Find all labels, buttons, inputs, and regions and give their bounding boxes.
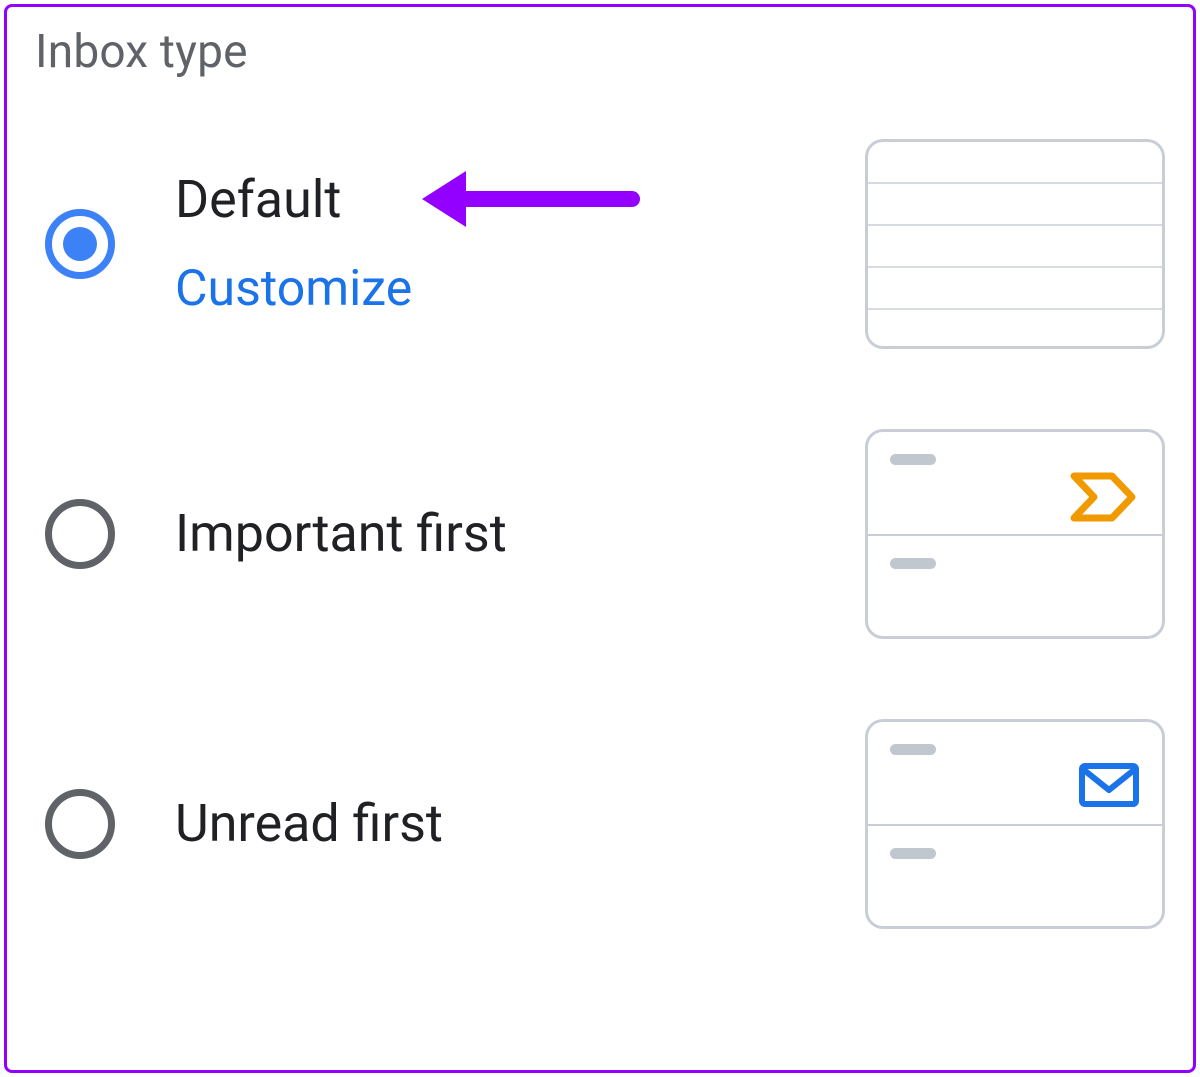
inbox-type-options: Default Customize Important first: [35, 139, 1165, 929]
option-important-first[interactable]: Important first: [45, 429, 1165, 639]
envelope-icon: [1078, 760, 1140, 814]
radio-default[interactable]: [45, 209, 115, 279]
radio-unread-first[interactable]: [45, 789, 115, 859]
option-label-unread-first: Unread first: [175, 793, 443, 854]
inbox-type-panel: Inbox type Default Customize Import: [4, 4, 1196, 1073]
option-default[interactable]: Default Customize: [45, 139, 1165, 349]
preview-unread-first: [865, 719, 1165, 929]
preview-default: [865, 139, 1165, 349]
preview-important-first: [865, 429, 1165, 639]
radio-important-first[interactable]: [45, 499, 115, 569]
option-label-default: Default: [175, 169, 341, 230]
section-title: Inbox type: [35, 25, 1165, 79]
option-unread-first[interactable]: Unread first: [45, 719, 1165, 929]
customize-link[interactable]: Customize: [175, 260, 815, 318]
option-label-important-first: Important first: [175, 503, 507, 564]
important-marker-icon: [1070, 470, 1140, 528]
